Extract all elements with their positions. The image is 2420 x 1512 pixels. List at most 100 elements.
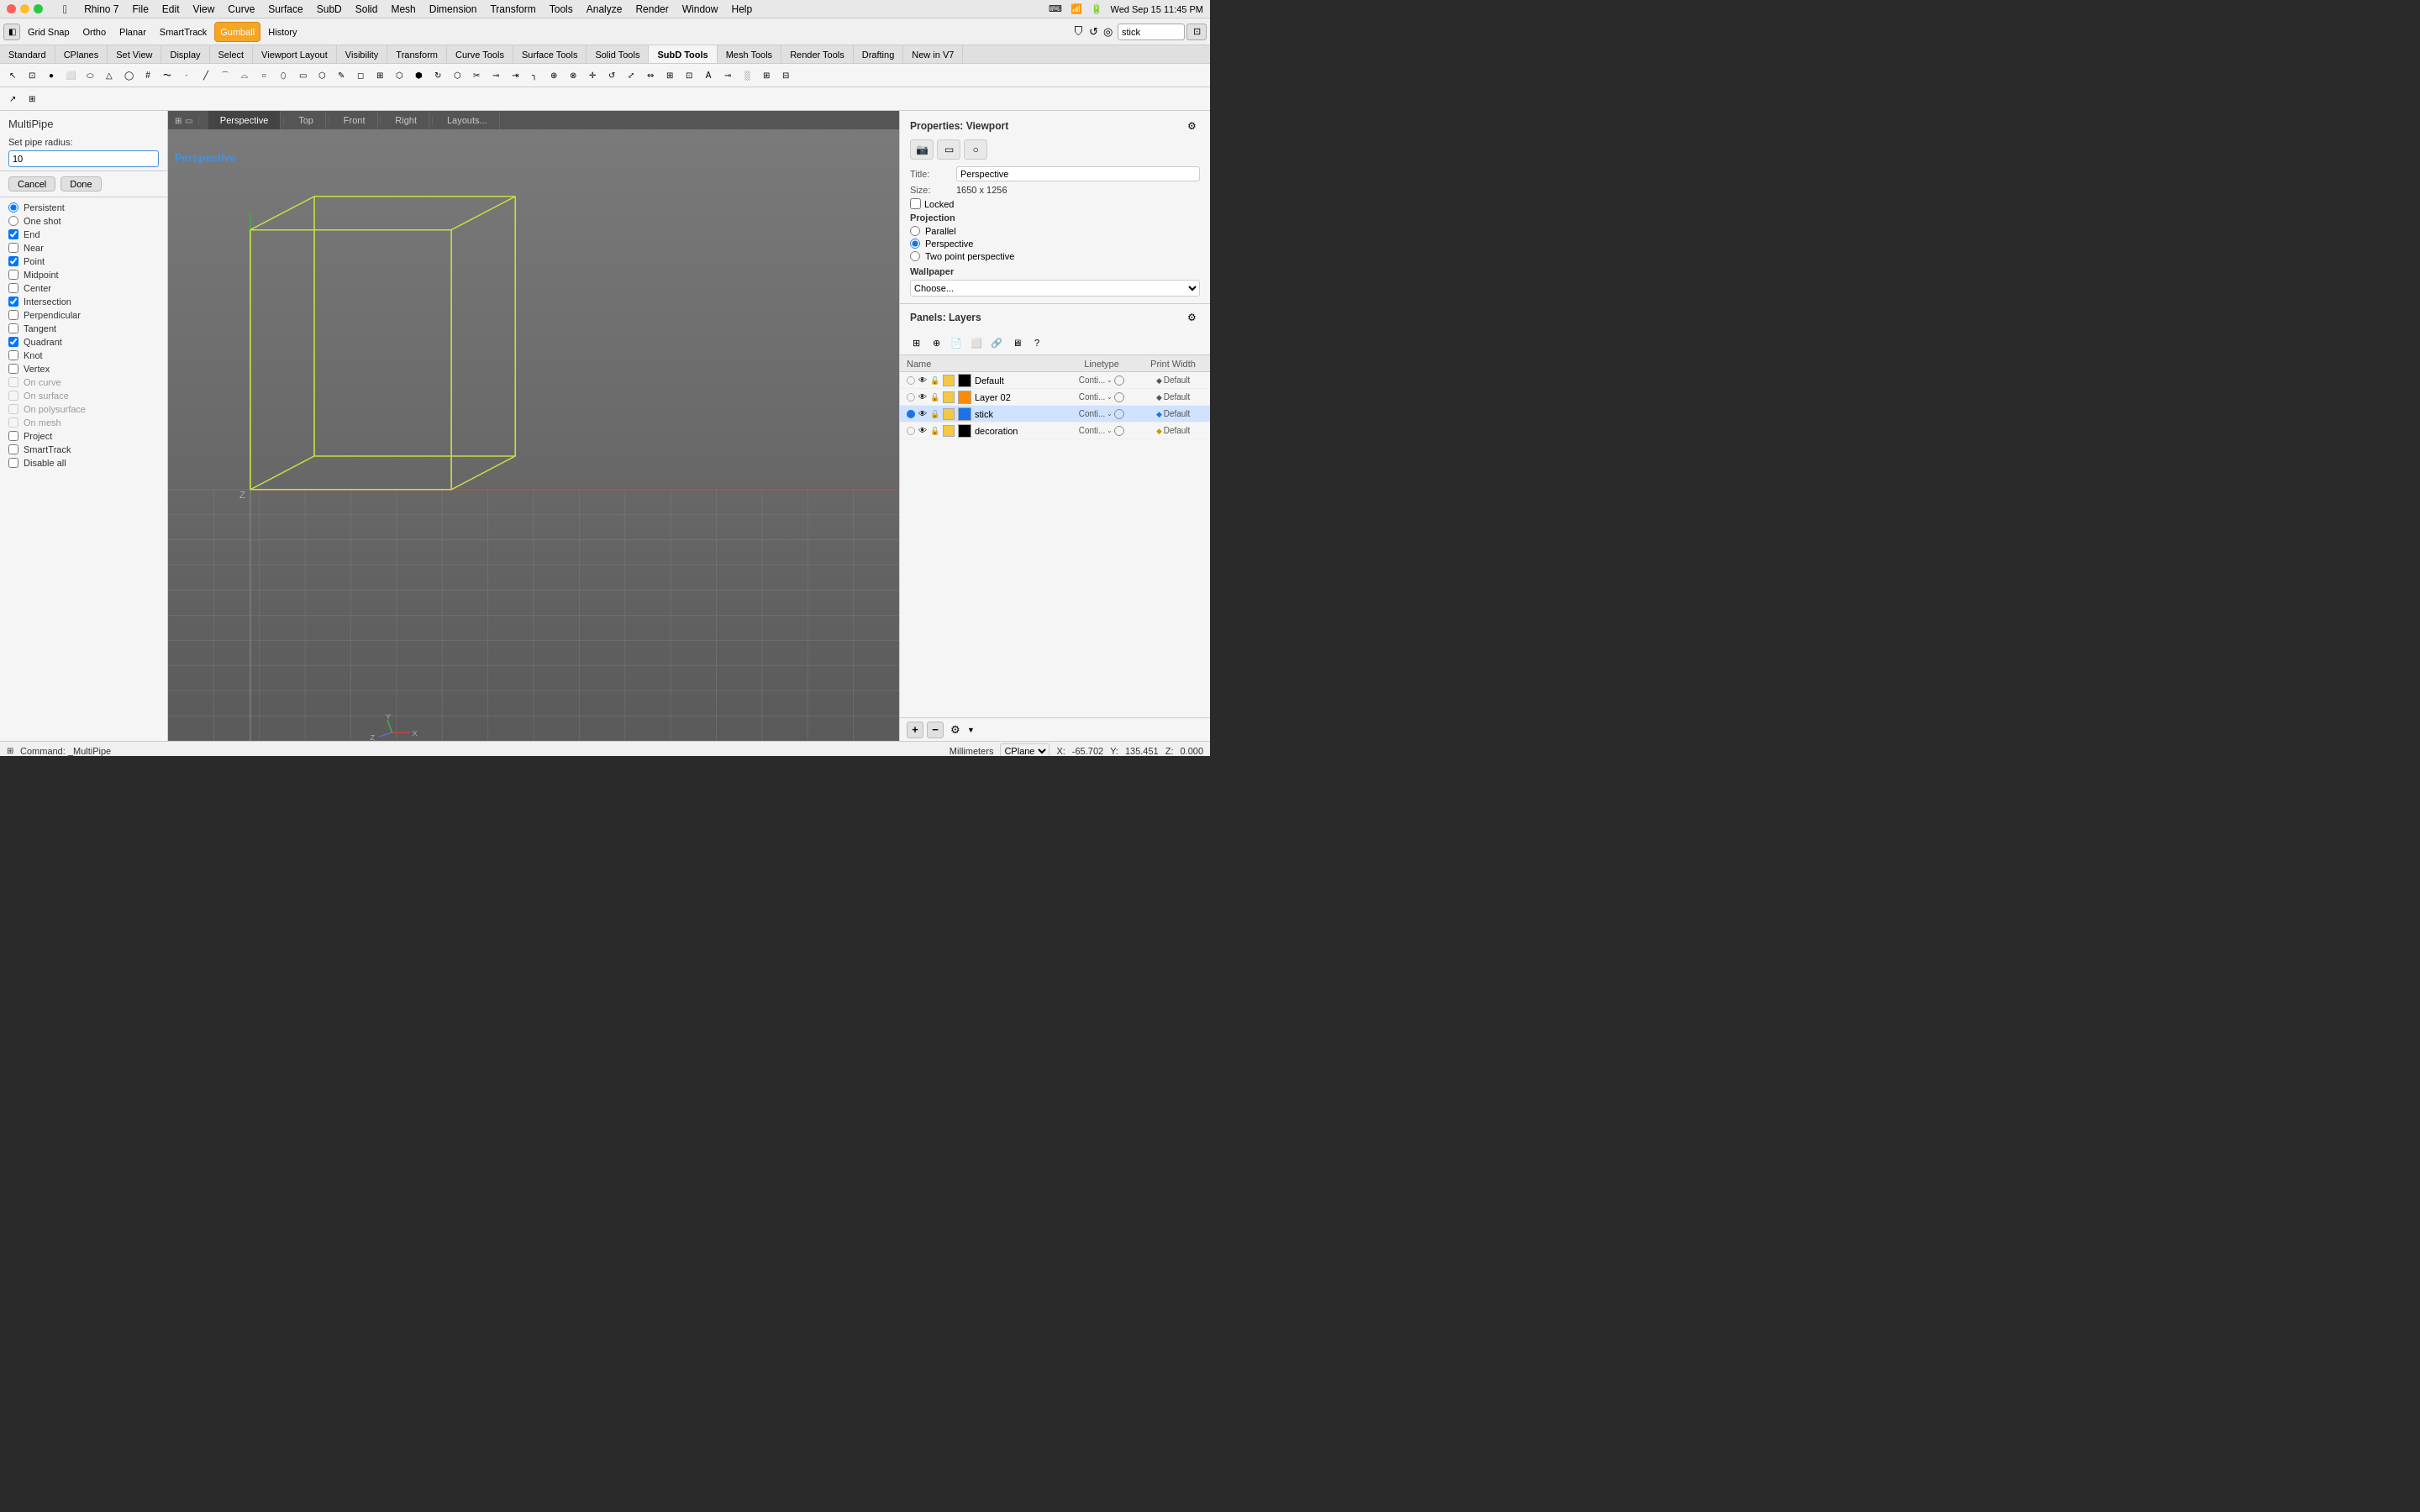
planar-button[interactable]: Planar: [113, 22, 152, 42]
osnap-intersection[interactable]: Intersection: [0, 295, 167, 308]
twopoint-radio[interactable]: [910, 251, 920, 261]
tab-rendertools[interactable]: Render Tools: [781, 45, 854, 63]
osnap-quadrant[interactable]: Quadrant: [0, 335, 167, 349]
knot-checkbox[interactable]: [8, 350, 18, 360]
vptab-perspective[interactable]: Perspective: [208, 111, 281, 129]
osnap-project[interactable]: Project: [0, 429, 167, 443]
maximize-button[interactable]: [34, 4, 43, 13]
tab-select[interactable]: Select: [210, 45, 254, 63]
persistent-radio[interactable]: [8, 202, 18, 213]
intersection-checkbox[interactable]: [8, 297, 18, 307]
icon-arc[interactable]: ⌓: [235, 66, 254, 85]
layers-gear-button[interactable]: ⚙: [947, 722, 964, 738]
center-checkbox[interactable]: [8, 283, 18, 293]
layer-swatch-stick[interactable]: [958, 407, 971, 421]
menu-window[interactable]: Window: [682, 3, 718, 15]
osnap-midpoint[interactable]: Midpoint: [0, 268, 167, 281]
camera-view-button[interactable]: 📷: [910, 139, 934, 160]
pipe-radius-input[interactable]: [8, 150, 159, 167]
parallel-row[interactable]: Parallel: [910, 226, 1200, 236]
menu-help[interactable]: Help: [731, 3, 752, 15]
icon-move[interactable]: ✛: [583, 66, 602, 85]
layers-icon-box[interactable]: ⬜: [967, 334, 986, 351]
end-checkbox[interactable]: [8, 229, 18, 239]
icon-scale[interactable]: ⤢: [622, 66, 640, 85]
tab-subdtools[interactable]: SubD Tools: [649, 45, 717, 63]
tab-transform[interactable]: Transform: [387, 45, 447, 63]
icon-point[interactable]: ·: [177, 66, 196, 85]
near-checkbox[interactable]: [8, 243, 18, 253]
tab-solidtools[interactable]: Solid Tools: [587, 45, 649, 63]
layer-swatch-decoration[interactable]: [958, 424, 971, 438]
layer-swatch-layer02[interactable]: [958, 391, 971, 404]
menu-curve[interactable]: Curve: [228, 3, 255, 15]
icon-group[interactable]: ⊡: [680, 66, 698, 85]
icon-array[interactable]: ⊞: [660, 66, 679, 85]
icon-circle[interactable]: ○: [255, 66, 273, 85]
icon-line[interactable]: ╱: [197, 66, 215, 85]
icon2-obj[interactable]: ⊞: [23, 90, 41, 108]
layers-icon-help[interactable]: ?: [1028, 334, 1046, 351]
menu-render[interactable]: Render: [635, 3, 668, 15]
tangent-checkbox[interactable]: [8, 323, 18, 333]
viewport-grid-button[interactable]: ⊞: [175, 116, 182, 125]
remove-layer-button[interactable]: −: [927, 722, 944, 738]
perspective-row[interactable]: Perspective: [910, 239, 1200, 249]
apple-menu[interactable]: : [63, 3, 67, 16]
twopoint-row[interactable]: Two point perspective: [910, 251, 1200, 261]
quadrant-checkbox[interactable]: [8, 337, 18, 347]
smarttrack-button[interactable]: SmartTrack: [154, 22, 213, 42]
menu-solid[interactable]: Solid: [355, 3, 378, 15]
menu-view[interactable]: View: [193, 3, 215, 15]
osnap-knot[interactable]: Knot: [0, 349, 167, 362]
icon-cursor[interactable]: ↖: [3, 66, 22, 85]
icon-rotate[interactable]: ↺: [602, 66, 621, 85]
osnap-disableall[interactable]: Disable all: [0, 456, 167, 470]
menu-tools[interactable]: Tools: [550, 3, 573, 15]
osnap-tangent[interactable]: Tangent: [0, 322, 167, 335]
tab-cplanes[interactable]: CPlanes: [55, 45, 108, 63]
layers-icon-stack[interactable]: ⊞: [907, 334, 925, 351]
oneshot-radio[interactable]: [8, 216, 18, 226]
icon-loft[interactable]: ⬡: [448, 66, 466, 85]
locked-row[interactable]: Locked: [910, 198, 1200, 209]
layer-row-stick[interactable]: 👁 🔓 stick Conti... ⌄ ◆ Default: [900, 406, 1210, 423]
icon-box[interactable]: ⬜: [61, 66, 80, 85]
smarttrack-checkbox[interactable]: [8, 444, 18, 454]
layer-color-default[interactable]: [943, 375, 955, 386]
done-button[interactable]: Done: [60, 176, 101, 192]
icon-select-all[interactable]: ⊡: [23, 66, 41, 85]
layers-icon-monitor[interactable]: 🖥: [1007, 334, 1026, 351]
menu-dimension[interactable]: Dimension: [429, 3, 477, 15]
minimize-button[interactable]: [20, 4, 29, 13]
layers-icon-doc[interactable]: 📄: [947, 334, 965, 351]
vptab-front[interactable]: Front: [332, 111, 378, 129]
icon-surface2[interactable]: ⊞: [371, 66, 389, 85]
menu-surface[interactable]: Surface: [268, 3, 302, 15]
icon-torus[interactable]: ◯: [119, 66, 138, 85]
gumball-button[interactable]: Gumball: [214, 22, 260, 42]
viewport-canvas[interactable]: Perspective: [168, 129, 899, 741]
circle-view-button[interactable]: ○: [964, 139, 987, 160]
osnap-smarttrack[interactable]: SmartTrack: [0, 443, 167, 456]
tab-setview[interactable]: Set View: [108, 45, 161, 63]
osnap-end[interactable]: End: [0, 228, 167, 241]
layers-icon-add[interactable]: ⊕: [927, 334, 945, 351]
vertex-checkbox[interactable]: [8, 364, 18, 374]
layer-row-decoration[interactable]: 👁 🔓 decoration Conti... ⌄ ◆ Default: [900, 423, 1210, 439]
menu-analyze[interactable]: Analyze: [587, 3, 623, 15]
cplane-select[interactable]: CPlane: [1000, 743, 1050, 757]
vptab-top[interactable]: Top: [287, 111, 326, 129]
midpoint-checkbox[interactable]: [8, 270, 18, 280]
ortho-button[interactable]: Ortho: [77, 22, 113, 42]
icon-ellipse[interactable]: ⬯: [274, 66, 292, 85]
layers-settings-button[interactable]: ⚙: [1183, 309, 1200, 326]
perspective-radio[interactable]: [910, 239, 920, 249]
add-layer-button[interactable]: +: [907, 722, 923, 738]
osnap-vertex[interactable]: Vertex: [0, 362, 167, 375]
disableall-checkbox[interactable]: [8, 458, 18, 468]
osnap-perpendicular[interactable]: Perpendicular: [0, 308, 167, 322]
tab-visibility[interactable]: Visibility: [337, 45, 388, 63]
tab-newinv7[interactable]: New in V7: [903, 45, 963, 63]
icon-hatch[interactable]: ░: [738, 66, 756, 85]
